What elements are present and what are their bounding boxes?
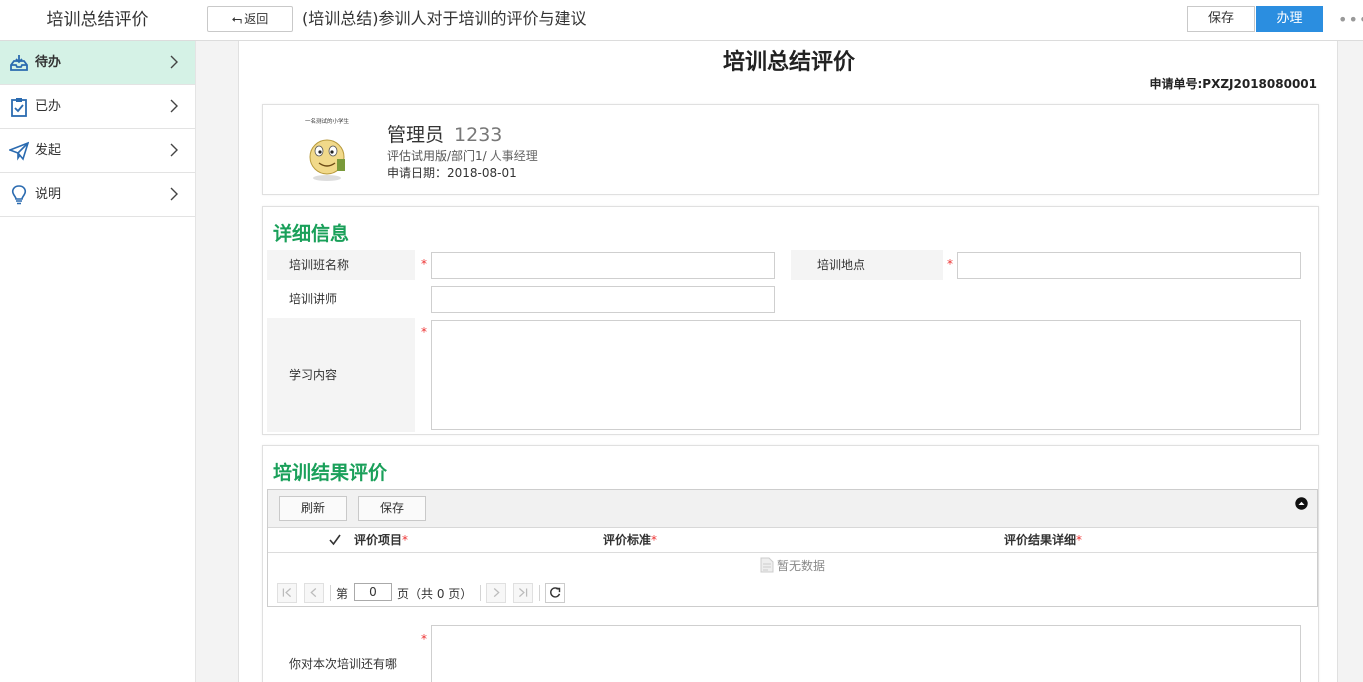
required-mark: * — [421, 325, 427, 339]
field-label-suggestion: 你对本次培训还有哪 — [267, 619, 415, 682]
form-heading: 培训总结评价 — [722, 50, 855, 75]
chevron-right-icon — [170, 143, 178, 157]
pagination-bar: 第 0 页（共 0 页） — [268, 579, 1317, 607]
document-title: (培训总结)参训人对于培训的评价与建议 — [302, 9, 587, 28]
section-title-detail: 详细信息 — [273, 223, 350, 245]
pager-divider — [539, 585, 540, 601]
sidebar-item-done[interactable]: 已办 — [0, 85, 195, 129]
sidebar-item-todo[interactable]: 待办 — [0, 41, 195, 85]
avatar-caption-lettering: 一名测试的小学生 — [299, 117, 355, 125]
apply-date-label: 申请日期： — [387, 166, 448, 180]
empty-document-icon — [760, 557, 774, 573]
detail-section: 详细信息 培训班名称 * 培训地点 * 培训讲师 学习内容 * — [262, 206, 1319, 435]
lecturer-input[interactable] — [431, 286, 775, 313]
user-dept-path: 评估试用版/部门1/ — [387, 149, 487, 163]
required-mark: * — [421, 632, 427, 646]
last-page-icon — [518, 588, 528, 598]
user-role: 人事经理 — [489, 149, 538, 163]
location-input[interactable] — [957, 252, 1301, 279]
page-number-input[interactable]: 0 — [354, 583, 392, 601]
section-title-result: 培训结果评价 — [273, 462, 388, 484]
chevron-right-icon — [170, 187, 178, 201]
handle-button[interactable]: 办理 — [1256, 6, 1323, 32]
next-page-button[interactable] — [486, 583, 506, 603]
class-name-input[interactable] — [431, 252, 775, 279]
evaluation-grid: 刷新 保存 评价项目* 评价标准* 评价结果详细* 暂无数据 第 0 页（共 0… — [267, 489, 1318, 607]
content-textarea[interactable] — [431, 320, 1301, 430]
user-department: 评估试用版/部门1/人事经理 — [387, 147, 538, 164]
page-prefix: 第 — [336, 587, 349, 601]
required-mark: * — [947, 257, 953, 271]
column-header-item[interactable]: 评价项目* — [354, 528, 408, 553]
user-id: 1233 — [454, 124, 503, 146]
apply-date-value: 2018-08-01 — [447, 166, 517, 180]
inbox-icon — [10, 55, 28, 71]
svg-text:一名测试的小学生: 一名测试的小学生 — [305, 117, 350, 125]
user-name-text: 管理员 — [387, 124, 445, 146]
refresh-button[interactable]: 刷新 — [279, 496, 347, 521]
column-header-result-detail[interactable]: 评价结果详细* — [1004, 528, 1082, 553]
reload-button[interactable] — [545, 583, 565, 603]
save-button[interactable]: 保存 — [1187, 6, 1255, 32]
field-label-lecturer: 培训讲师 — [267, 284, 415, 314]
chevron-right-icon — [170, 99, 178, 113]
sidebar-item-label: 待办 — [35, 55, 62, 70]
collapse-icon[interactable] — [1295, 497, 1308, 510]
result-section: 培训结果评价 刷新 保存 评价项目* 评价标准* 评价结果详细* 暂无数据 第 … — [262, 445, 1319, 682]
grid-header: 评价项目* 评价标准* 评价结果详细* — [268, 528, 1317, 553]
apply-date: 申请日期：2018-08-01 — [387, 164, 517, 181]
select-all-checkbox[interactable] — [328, 533, 342, 547]
last-page-button[interactable] — [513, 583, 533, 603]
next-page-icon — [493, 588, 500, 598]
sidebar-item-label: 说明 — [35, 187, 62, 202]
pager-divider — [480, 585, 481, 601]
grid-save-button[interactable]: 保存 — [358, 496, 426, 521]
prev-page-button[interactable] — [304, 583, 324, 603]
field-label-class-name: 培训班名称 — [267, 250, 415, 280]
clipboard-check-icon — [11, 98, 27, 117]
sidebar: 待办 已办 发起 说明 — [0, 41, 196, 682]
first-page-button[interactable] — [277, 583, 297, 603]
suggestion-textarea[interactable] — [431, 625, 1301, 682]
top-bar: 培训总结评价 ⮢返回 (培训总结)参训人对于培训的评价与建议 保存 办理 ••• — [0, 0, 1363, 41]
sidebar-item-help[interactable]: 说明 — [0, 173, 195, 217]
form-number: 申请单号:PXZJ2018080001 — [1149, 75, 1317, 92]
sidebar-item-label: 发起 — [35, 143, 62, 158]
sidebar-item-start[interactable]: 发起 — [0, 129, 195, 173]
lightbulb-icon — [11, 185, 27, 205]
more-icon[interactable]: ••• — [1338, 10, 1363, 29]
form-number-value: PXZJ2018080001 — [1202, 77, 1317, 91]
field-label-location: 培训地点 — [791, 250, 943, 280]
required-mark: * — [421, 257, 427, 271]
user-name: 管理员 1233 — [387, 120, 502, 147]
refresh-icon — [550, 587, 561, 598]
chevron-right-icon — [170, 55, 178, 69]
empty-state: 暂无数据 — [268, 553, 1317, 579]
form-number-label: 申请单号: — [1149, 77, 1203, 91]
page-suffix: 页（共 0 页） — [397, 587, 473, 601]
back-button[interactable]: ⮢ 返回 — [207, 6, 293, 32]
avatar: 一名测试的小学生 — [299, 117, 355, 181]
paper-plane-icon — [9, 141, 29, 161]
column-header-standard[interactable]: 评价标准* — [603, 528, 657, 553]
prev-page-icon — [310, 588, 317, 598]
form-panel: 培训总结评价 申请单号:PXZJ2018080001 一名测试的小学生 管理员 1… — [238, 41, 1338, 682]
applicant-card: 一名测试的小学生 管理员 1233 评估试用版/部门1/人事经理 申请日期：201… — [262, 104, 1319, 195]
grid-toolbar: 刷新 保存 — [268, 490, 1317, 528]
back-arrow-icon: ⮢ — [231, 12, 243, 27]
empty-state-text: 暂无数据 — [776, 559, 825, 573]
sidebar-item-label: 已办 — [35, 99, 62, 114]
field-label-content: 学习内容 — [267, 318, 415, 432]
back-button-label: 返回 — [244, 12, 269, 26]
pager-divider — [330, 585, 331, 601]
app-title: 培训总结评价 — [46, 10, 149, 30]
first-page-icon — [282, 588, 292, 598]
